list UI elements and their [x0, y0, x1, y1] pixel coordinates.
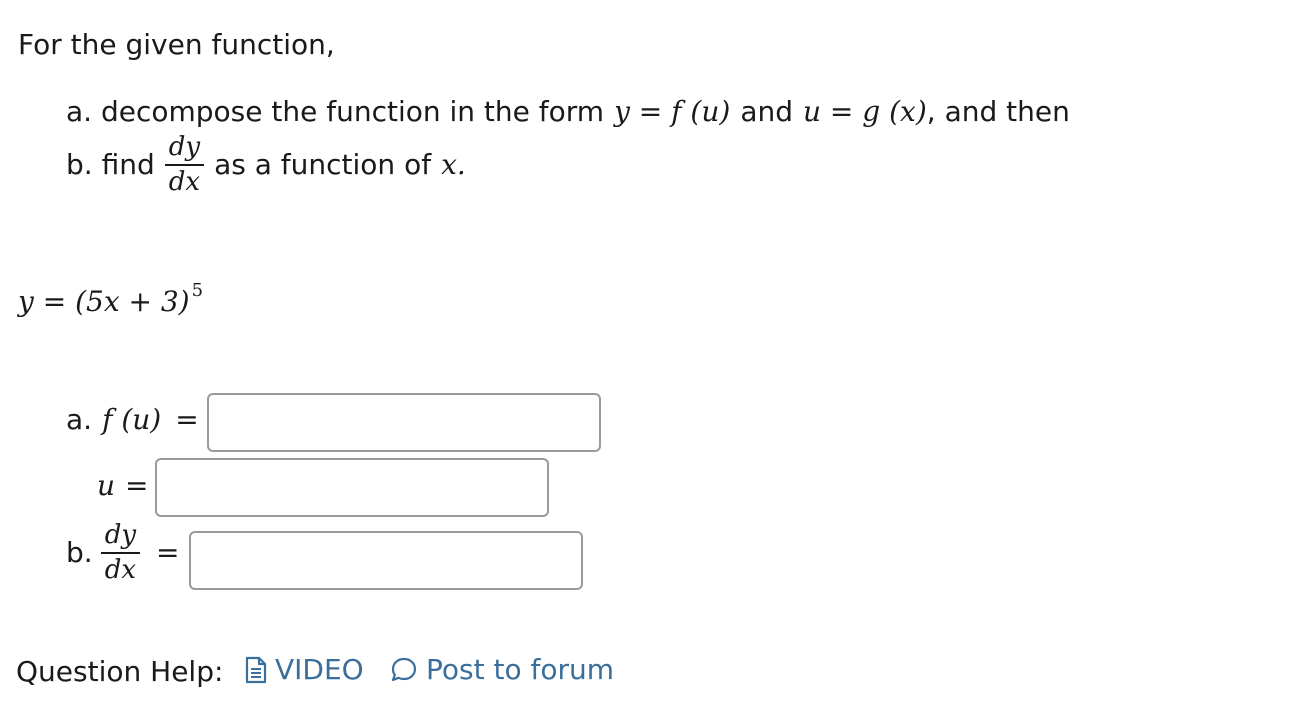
speech-bubble-icon [390, 656, 418, 684]
instruction-b-suffix: as a function of [214, 148, 432, 182]
function-expression: y = (5x + 3) [18, 285, 190, 318]
forum-link[interactable]: Post to forum [390, 656, 614, 684]
video-link[interactable]: VIDEO [245, 656, 364, 684]
answer-fraction-bar [100, 552, 141, 555]
dydx-equals: = [156, 536, 180, 570]
instruction-a-eq1: y = f (u) [614, 95, 731, 128]
video-link-label: VIDEO [275, 653, 364, 686]
instruction-a-suffix: , and then [926, 95, 1070, 128]
answer-a-label: a. f (u) = [66, 406, 199, 434]
instruction-b: b. find dy dx as a function of x. [66, 132, 466, 198]
u-equals: = [125, 469, 149, 502]
u-label-row: u = [97, 472, 149, 500]
answer-b-label: b. dy dx = [66, 520, 180, 586]
question-help-label: Question Help: [16, 655, 224, 688]
derivative-numerator: dy [168, 132, 201, 162]
document-icon [245, 656, 267, 684]
answer-derivative-numerator: dy [104, 520, 137, 550]
derivative-fraction: dy dx [164, 132, 205, 198]
u-input[interactable] [155, 458, 549, 517]
given-function: y = (5x + 3) 5 [18, 282, 203, 318]
instruction-a: a. decompose the function in the form y … [66, 98, 1070, 126]
instruction-b-var: x. [441, 148, 466, 182]
fu-label: f (u) [102, 403, 162, 436]
instruction-a-eq2: u = g (x) [803, 95, 927, 128]
answer-a-prefix: a. [66, 403, 93, 436]
answer-derivative-denominator: dx [104, 555, 137, 586]
answer-derivative-fraction: dy dx [100, 520, 141, 586]
fu-input[interactable] [207, 393, 601, 452]
fu-equals: = [175, 403, 199, 436]
instruction-a-and: and [740, 95, 793, 128]
instruction-b-text: b. find [66, 148, 155, 182]
forum-link-label: Post to forum [426, 653, 615, 686]
function-exponent: 5 [191, 280, 204, 301]
dydx-input[interactable] [189, 531, 583, 590]
intro-text: For the given function, [18, 28, 335, 61]
derivative-denominator: dx [168, 167, 201, 198]
answer-b-prefix: b. [66, 536, 93, 570]
u-label: u [97, 469, 116, 502]
fraction-bar [164, 164, 205, 167]
instruction-a-text: a. decompose the function in the form [66, 95, 605, 128]
